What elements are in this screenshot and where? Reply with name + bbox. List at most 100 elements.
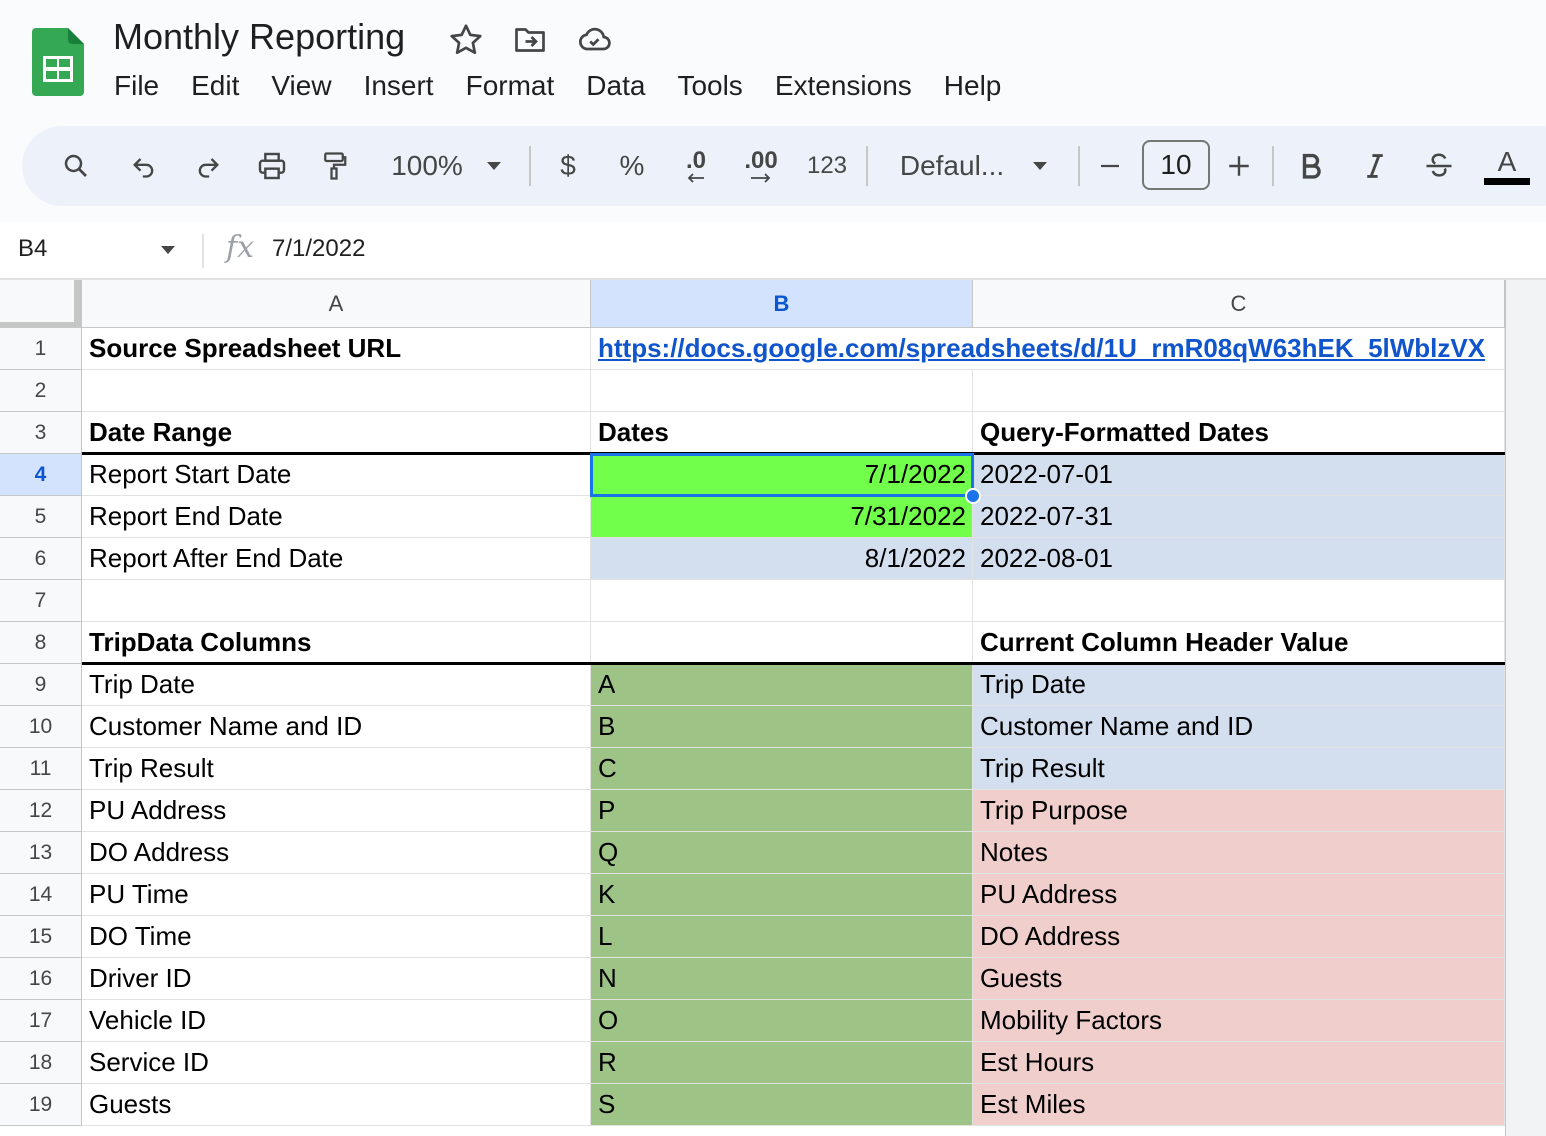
font-dropdown-arrow-icon[interactable] [1026,126,1054,206]
row-header-12[interactable]: 12 [0,790,82,832]
cell-a1[interactable]: Source Spreadsheet URL [82,328,591,370]
sheets-logo-icon[interactable] [32,28,84,96]
cell-b14[interactable]: K [591,874,973,916]
row-header-2[interactable]: 2 [0,370,82,412]
cell-c17[interactable]: Mobility Factors [973,1000,1505,1042]
row-header-5[interactable]: 5 [0,496,82,538]
redo-icon[interactable] [186,126,230,206]
zoom-select[interactable]: 100% [382,126,472,206]
row-header-11[interactable]: 11 [0,748,82,790]
cell-b16[interactable]: N [591,958,973,1000]
move-folder-icon[interactable] [512,22,548,58]
cell-b5[interactable]: 7/31/2022 [591,496,973,538]
cell-c7[interactable] [973,580,1505,622]
cloud-saved-icon[interactable] [576,22,612,58]
search-menus-icon[interactable] [54,126,98,206]
cell-a5[interactable]: Report End Date [82,496,591,538]
cell-b11[interactable]: C [591,748,973,790]
cell-a2[interactable] [82,370,591,412]
row-header-16[interactable]: 16 [0,958,82,1000]
cell-c9[interactable]: Trip Date [973,664,1505,706]
undo-icon[interactable] [122,126,166,206]
cell-a19[interactable]: Guests [82,1084,591,1126]
cell-a11[interactable]: Trip Result [82,748,591,790]
row-header-15[interactable]: 15 [0,916,82,958]
bold-icon[interactable] [1296,126,1326,206]
cell-c11[interactable]: Trip Result [973,748,1505,790]
cell-c4[interactable]: 2022-07-01 [973,454,1505,496]
menu-view[interactable]: View [255,68,347,104]
row-header-8[interactable]: 8 [0,622,82,664]
decrease-decimal-button[interactable]: .0 [674,126,718,206]
increase-decimal-button[interactable]: .00 [736,126,786,206]
cell-b18[interactable]: R [591,1042,973,1084]
row-header-9[interactable]: 9 [0,664,82,706]
cell-b8[interactable] [591,622,973,664]
cell-b17[interactable]: O [591,1000,973,1042]
row-header-18[interactable]: 18 [0,1042,82,1084]
fill-handle[interactable] [965,488,981,504]
row-header-1[interactable]: 1 [0,328,82,370]
menu-edit[interactable]: Edit [175,68,255,104]
name-box[interactable]: B4 [18,235,47,263]
decrease-font-size-icon[interactable] [1096,126,1124,206]
cell-a17[interactable]: Vehicle ID [82,1000,591,1042]
paint-format-icon[interactable] [312,126,356,206]
cell-a9[interactable]: Trip Date [82,664,591,706]
cell-c19[interactable]: Est Miles [973,1084,1505,1126]
menu-format[interactable]: Format [450,68,571,104]
cell-b3[interactable]: Dates [591,412,973,454]
cell-c3[interactable]: Query-Formatted Dates [973,412,1505,454]
document-title[interactable]: Monthly Reporting [113,16,405,58]
column-header-b[interactable]: B [591,280,973,328]
cell-b6[interactable]: 8/1/2022 [591,538,973,580]
row-header-3[interactable]: 3 [0,412,82,454]
cell-a8[interactable]: TripData Columns [82,622,591,664]
menu-help[interactable]: Help [928,68,1018,104]
cell-a3[interactable]: Date Range [82,412,591,454]
cell-a7[interactable] [82,580,591,622]
cell-a18[interactable]: Service ID [82,1042,591,1084]
cell-c8[interactable]: Current Column Header Value [973,622,1505,664]
menu-data[interactable]: Data [570,68,661,104]
cell-b12[interactable]: P [591,790,973,832]
row-header-4[interactable]: 4 [0,454,82,496]
font-size-input[interactable]: 10 [1142,140,1210,190]
italic-icon[interactable] [1360,126,1390,206]
font-family-select[interactable]: Defaul... [892,126,1012,206]
cell-c2[interactable] [973,370,1505,412]
cell-a6[interactable]: Report After End Date [82,538,591,580]
select-all-corner[interactable] [0,280,82,328]
cell-c10[interactable]: Customer Name and ID [973,706,1505,748]
menu-file[interactable]: File [98,68,175,104]
cell-b9[interactable]: A [591,664,973,706]
zoom-dropdown-arrow-icon[interactable] [480,126,508,206]
menu-extensions[interactable]: Extensions [759,68,928,104]
cell-a10[interactable]: Customer Name and ID [82,706,591,748]
row-header-13[interactable]: 13 [0,832,82,874]
row-header-14[interactable]: 14 [0,874,82,916]
cell-a14[interactable]: PU Time [82,874,591,916]
increase-font-size-icon[interactable] [1224,126,1254,206]
cell-b19[interactable]: S [591,1084,973,1126]
cell-a4[interactable]: Report Start Date [82,454,591,496]
star-icon[interactable] [448,22,484,58]
cell-c13[interactable]: Notes [973,832,1505,874]
strikethrough-icon[interactable] [1422,126,1456,206]
menu-tools[interactable]: Tools [661,68,758,104]
formula-input[interactable]: 7/1/2022 [272,235,365,263]
cell-b10[interactable]: B [591,706,973,748]
cell-c14[interactable]: PU Address [973,874,1505,916]
column-header-a[interactable]: A [82,280,591,328]
more-formats-button[interactable]: 123 [802,126,852,206]
column-header-c[interactable]: C [973,280,1505,328]
row-header-7[interactable]: 7 [0,580,82,622]
cell-b2[interactable] [591,370,973,412]
cell-a15[interactable]: DO Time [82,916,591,958]
menu-insert[interactable]: Insert [348,68,450,104]
row-header-17[interactable]: 17 [0,1000,82,1042]
row-header-6[interactable]: 6 [0,538,82,580]
text-color-button[interactable]: A [1484,126,1530,206]
cell-b7[interactable] [591,580,973,622]
cell-b15[interactable]: L [591,916,973,958]
